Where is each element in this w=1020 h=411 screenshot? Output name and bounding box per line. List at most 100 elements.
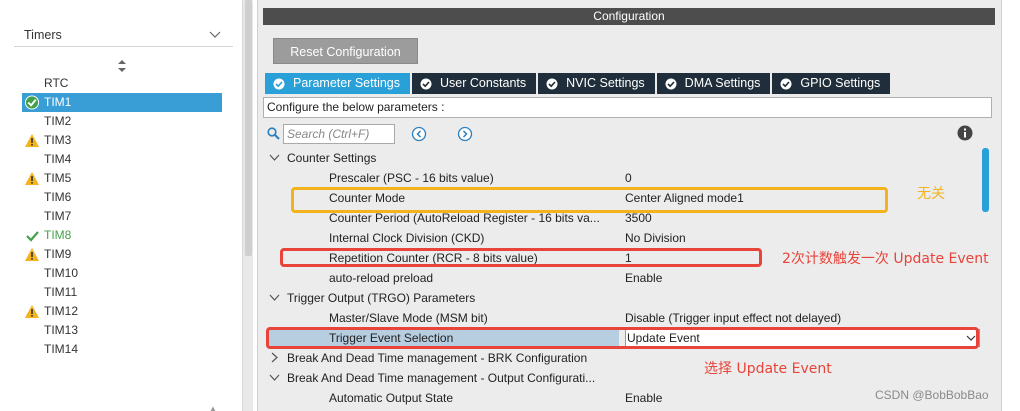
timers-category-label: Timers: [24, 28, 62, 42]
list-item-label: TIM2: [44, 114, 72, 128]
tab-parameter-settings[interactable]: Parameter Settings: [265, 73, 410, 94]
list-item[interactable]: TIM1: [22, 93, 222, 112]
annotation-box-counter-mode: [291, 187, 888, 213]
list-item-label: TIM10: [44, 266, 79, 280]
group-break-dead-time-brk[interactable]: Break And Dead Time management - BRK Con…: [263, 348, 985, 368]
list-item-label: TIM6: [44, 190, 72, 204]
annotation-repetition-note: 2次计数触发一次 Update Event: [782, 251, 989, 267]
sort-handle-icon: ▲: [209, 404, 217, 411]
timers-category-header[interactable]: Timers: [14, 25, 233, 47]
warning-icon: [25, 134, 39, 147]
chevron-down-icon[interactable]: [269, 292, 280, 303]
parameters-scrollbar-thumb[interactable]: [982, 148, 989, 212]
list-item-label: TIM8: [44, 228, 72, 242]
param-value[interactable]: Enable: [625, 388, 662, 408]
group-label: Break And Dead Time management - BRK Con…: [287, 351, 588, 365]
list-item[interactable]: TIM9: [22, 245, 222, 264]
check-icon: [26, 231, 39, 242]
check-circle-icon: [24, 95, 40, 110]
annotation-counter-mode-note: 无关: [917, 186, 945, 202]
tab-label: NVIC Settings: [566, 76, 645, 90]
param-value[interactable]: 0: [625, 168, 632, 188]
param-name: Prescaler (PSC - 16 bits value): [329, 171, 494, 185]
tab-label: DMA Settings: [684, 76, 761, 90]
parameters-description: Configure the below parameters :: [263, 97, 992, 118]
group-break-dead-time-output[interactable]: Break And Dead Time management - Output …: [263, 368, 985, 388]
previous-result-icon[interactable]: [411, 126, 427, 142]
group-trigger-output[interactable]: Trigger Output (TRGO) Parameters: [263, 288, 985, 308]
search-icon: [267, 127, 280, 140]
annotation-trigger-note: 选择 Update Event: [704, 361, 832, 377]
tab-gpio-settings[interactable]: GPIO Settings: [772, 73, 891, 94]
check-circle-icon: [780, 78, 792, 89]
check-circle-icon: [546, 78, 558, 89]
sort-icon[interactable]: [117, 59, 127, 73]
tab-label: User Constants: [440, 76, 527, 90]
group-label: Break And Dead Time management - Output …: [287, 371, 596, 385]
left-panel: Timers RTC TIM1 TIM2 TIM3 TIM4 TIM5 TIM6…: [0, 0, 246, 411]
chevron-down-icon[interactable]: [269, 152, 280, 163]
warning-icon: [25, 305, 39, 318]
left-scrollbar[interactable]: [242, 0, 253, 411]
tab-user-constants[interactable]: User Constants: [412, 73, 537, 94]
param-row-clock-division[interactable]: Internal Clock Division (CKD) No Divisio…: [263, 228, 985, 248]
info-icon[interactable]: [957, 125, 973, 141]
list-item-label: TIM5: [44, 171, 72, 185]
left-scrollbar-thumb[interactable]: [245, 0, 252, 256]
list-item[interactable]: TIM13: [22, 321, 222, 340]
group-label: Counter Settings: [287, 151, 377, 165]
list-item-label: TIM1: [44, 95, 72, 109]
list-item[interactable]: TIM2: [22, 112, 222, 131]
warning-icon: [25, 172, 39, 185]
tab-label: Parameter Settings: [293, 76, 400, 90]
settings-tabs: Parameter Settings User Constants NVIC S…: [265, 73, 892, 94]
watermark: CSDN @BobBobBao: [875, 388, 989, 402]
group-label: Trigger Output (TRGO) Parameters: [287, 291, 476, 305]
list-item-label: TIM11: [44, 285, 78, 299]
tab-label: GPIO Settings: [800, 76, 881, 90]
list-item[interactable]: TIM7: [22, 207, 222, 226]
list-item-label: TIM7: [44, 209, 72, 223]
group-counter-settings[interactable]: Counter Settings: [263, 148, 985, 168]
chevron-right-icon[interactable]: [269, 352, 280, 363]
param-row-prescaler[interactable]: Prescaler (PSC - 16 bits value) 0: [263, 168, 985, 188]
reset-configuration-button[interactable]: Reset Configuration: [273, 38, 418, 64]
parameters-scrollbar[interactable]: [982, 148, 989, 411]
list-item-label: TIM12: [44, 304, 79, 318]
param-name: Internal Clock Division (CKD): [329, 231, 485, 245]
list-item-label: TIM3: [44, 133, 72, 147]
chevron-down-icon[interactable]: [269, 372, 280, 383]
tab-dma-settings[interactable]: DMA Settings: [656, 73, 771, 94]
param-row-master-slave-mode[interactable]: Master/Slave Mode (MSM bit) Disable (Tri…: [263, 308, 985, 328]
list-item[interactable]: RTC: [22, 74, 222, 93]
param-value[interactable]: No Division: [625, 228, 686, 248]
param-name: auto-reload preload: [329, 271, 434, 285]
list-item[interactable]: TIM5: [22, 169, 222, 188]
timer-list: RTC TIM1 TIM2 TIM3 TIM4 TIM5 TIM6 TIM7 T…: [22, 74, 222, 359]
annotation-box-trigger-event: [266, 327, 979, 349]
param-name: Automatic Output State: [329, 391, 454, 405]
configuration-title: Configuration: [263, 8, 995, 25]
list-item-label: RTC: [44, 76, 69, 90]
next-result-icon[interactable]: [457, 126, 473, 142]
search-input[interactable]: [283, 124, 395, 144]
list-item[interactable]: TIM14: [22, 340, 222, 359]
list-item[interactable]: TIM8: [22, 226, 222, 245]
list-item[interactable]: TIM11: [22, 283, 222, 302]
list-item[interactable]: TIM6: [22, 188, 222, 207]
tab-nvic-settings[interactable]: NVIC Settings: [538, 73, 655, 94]
list-item[interactable]: TIM10: [22, 264, 222, 283]
list-item-label: TIM4: [44, 152, 72, 166]
param-value[interactable]: Disable (Trigger input effect not delaye…: [625, 308, 841, 328]
check-circle-icon: [665, 78, 677, 89]
param-value[interactable]: Enable: [625, 268, 662, 288]
list-item[interactable]: TIM3: [22, 131, 222, 150]
warning-icon: [25, 248, 39, 261]
list-item-label: TIM14: [44, 342, 79, 356]
annotation-box-repetition-counter: [280, 248, 762, 267]
list-item[interactable]: TIM4: [22, 150, 222, 169]
chevron-down-icon[interactable]: [209, 28, 221, 40]
check-circle-icon: [273, 78, 285, 89]
param-row-auto-reload-preload[interactable]: auto-reload preload Enable: [263, 268, 985, 288]
list-item[interactable]: TIM12: [22, 302, 222, 321]
